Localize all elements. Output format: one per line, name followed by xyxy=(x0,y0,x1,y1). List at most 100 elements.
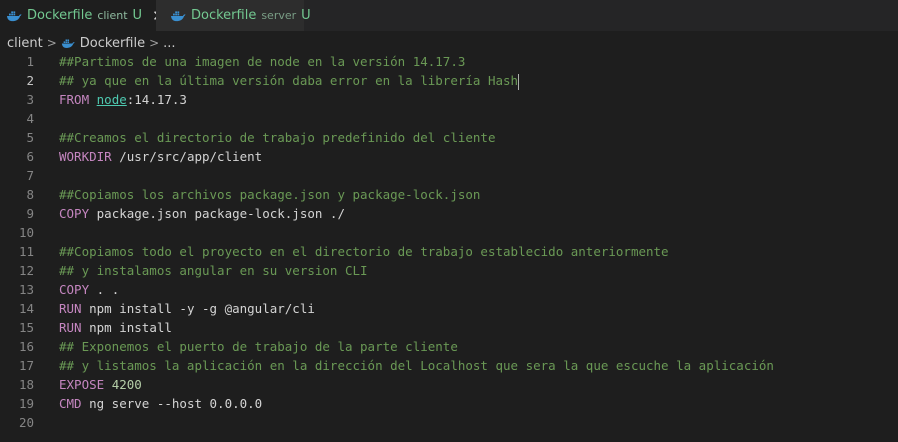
code-token: npm install xyxy=(89,320,172,335)
line-number: 14 xyxy=(18,301,34,316)
code-line[interactable]: 10 xyxy=(0,223,898,242)
line-number: 12 xyxy=(18,263,34,278)
code-token: ## Exponemos el puerto de trabajo de la … xyxy=(59,339,458,354)
code-line[interactable]: 7 xyxy=(0,166,898,185)
line-number: 6 xyxy=(26,149,34,164)
breadcrumb-file[interactable]: Dockerfile xyxy=(80,36,145,51)
code-token: node xyxy=(96,92,127,107)
code-token: WORKDIR xyxy=(59,149,120,164)
code-token: CMD xyxy=(59,396,90,411)
code-token: ##Copiamos todo el proyecto en el direct… xyxy=(59,244,669,259)
chevron-right-icon: > xyxy=(149,36,160,50)
line-number: 4 xyxy=(26,111,34,126)
line-number: 20 xyxy=(18,415,34,430)
code-token: COPY xyxy=(59,206,97,221)
line-number: 5 xyxy=(26,130,34,145)
code-line[interactable]: 11 ##Copiamos todo el proyecto en el dire… xyxy=(0,242,898,261)
line-number: 9 xyxy=(26,206,34,221)
code-token: :14.17.3 xyxy=(126,92,187,107)
code-token: EXPOSE xyxy=(59,377,112,392)
tab-git-status: U xyxy=(301,8,311,23)
line-number: 16 xyxy=(18,339,34,354)
line-number: 11 xyxy=(18,244,34,259)
line-code: ##Partimos de una imagen de node en la v… xyxy=(59,52,465,71)
code-line[interactable]: 9 COPY package.json package-lock.json ./ xyxy=(0,204,898,223)
line-code: ## y instalamos angular en su version CL… xyxy=(59,261,368,280)
line-code: CMD ng serve --host 0.0.0.0 xyxy=(59,394,262,413)
code-token: ng serve --host 0.0.0.0 xyxy=(89,396,263,411)
line-code: WORKDIR /usr/src/app/client xyxy=(59,147,262,166)
code-line[interactable]: 1 ##Partimos de una imagen de node en la … xyxy=(0,52,898,71)
line-number: 15 xyxy=(18,320,34,335)
code-line[interactable]: 8 ##Copiamos los archivos package.json y … xyxy=(0,185,898,204)
line-code: RUN npm install xyxy=(59,318,172,337)
code-token: /usr/src/app/client xyxy=(119,149,263,164)
line-number: 10 xyxy=(18,225,34,240)
code-token: ##Copiamos los archivos package.json y p… xyxy=(59,187,481,202)
line-number: 17 xyxy=(18,358,34,373)
breadcrumb-symbol[interactable]: ... xyxy=(163,36,175,51)
line-number: 1 xyxy=(26,54,34,69)
line-code: RUN npm install -y -g @angular/cli xyxy=(59,299,315,318)
line-number: 3 xyxy=(26,92,34,107)
code-token: COPY xyxy=(59,282,97,297)
breadcrumb: client > Dockerfile > ... xyxy=(0,32,898,54)
code-token: package.json package-lock.json ./ xyxy=(96,206,345,221)
line-code: ##Copiamos todo el proyecto en el direct… xyxy=(59,242,669,261)
docker-icon xyxy=(7,10,22,21)
code-line[interactable]: 16 ## Exponemos el puerto de trabajo de l… xyxy=(0,337,898,356)
line-number: 8 xyxy=(26,187,34,202)
line-code: COPY . . xyxy=(59,280,119,299)
tab-filename: Dockerfile xyxy=(191,8,257,23)
code-token: 4200 xyxy=(111,377,142,392)
docker-icon xyxy=(61,38,75,48)
code-token: ##Partimos de una imagen de node en la v… xyxy=(59,54,466,69)
docker-icon xyxy=(171,10,186,21)
tab-filename: Dockerfile xyxy=(27,8,93,23)
line-code: ##Copiamos los archivos package.json y p… xyxy=(59,185,480,204)
code-line[interactable]: 2 ## ya que en la última versión daba err… xyxy=(0,71,898,90)
code-line[interactable]: 20 xyxy=(0,413,898,432)
line-code: ## Exponemos el puerto de trabajo de la … xyxy=(59,337,458,356)
text-cursor xyxy=(518,73,520,90)
code-token: . . xyxy=(96,282,120,297)
line-code: ##Creamos el directorio de trabajo prede… xyxy=(59,128,496,147)
line-number: 18 xyxy=(18,377,34,392)
code-token: FROM xyxy=(59,92,97,107)
code-line[interactable]: 15 RUN npm install xyxy=(0,318,898,337)
line-code: ## ya que en la última versión daba erro… xyxy=(59,71,520,90)
line-code: EXPOSE 4200 xyxy=(59,375,142,394)
line-number: 2 xyxy=(26,73,34,88)
editor-window: Dockerfile client U ✕ Dockerfile server … xyxy=(0,0,898,442)
code-line[interactable]: 6 WORKDIR /usr/src/app/client xyxy=(0,147,898,166)
code-line[interactable]: 3 FROM node:14.17.3 xyxy=(0,90,898,109)
code-token: RUN xyxy=(59,301,90,316)
breadcrumb-folder[interactable]: client xyxy=(7,36,43,51)
code-token: ## ya que en la última versión daba erro… xyxy=(59,73,519,88)
code-line[interactable]: 12 ## y instalamos angular en su version … xyxy=(0,261,898,280)
code-line[interactable]: 19 CMD ng serve --host 0.0.0.0 xyxy=(0,394,898,413)
code-token: ## y instalamos angular en su version CL… xyxy=(59,263,368,278)
code-line[interactable]: 18 EXPOSE 4200 xyxy=(0,375,898,394)
tab-dockerfile-server[interactable]: Dockerfile server U xyxy=(156,0,311,31)
code-line[interactable]: 4 xyxy=(0,109,898,128)
code-line[interactable]: 17 ## y listamos la aplicación en la dire… xyxy=(0,356,898,375)
line-code: COPY package.json package-lock.json ./ xyxy=(59,204,345,223)
tab-folder: server xyxy=(261,9,297,22)
line-code: ## y listamos la aplicación en la direcc… xyxy=(59,356,774,375)
code-line[interactable]: 13 COPY . . xyxy=(0,280,898,299)
chevron-right-icon: > xyxy=(46,36,57,50)
code-token: ## y listamos la aplicación en la direcc… xyxy=(59,358,774,373)
tab-dockerfile-client[interactable]: Dockerfile client U ✕ xyxy=(0,0,165,31)
line-number: 7 xyxy=(26,168,34,183)
code-token: RUN xyxy=(59,320,90,335)
code-line[interactable]: 14 RUN npm install -y -g @angular/cli xyxy=(0,299,898,318)
code-line[interactable]: 5 ##Creamos el directorio de trabajo pred… xyxy=(0,128,898,147)
code-token: ##Creamos el directorio de trabajo prede… xyxy=(59,130,496,145)
tab-git-status: U xyxy=(132,8,143,23)
code-editor[interactable]: 1 ##Partimos de una imagen de node en la … xyxy=(0,52,898,442)
line-number: 13 xyxy=(18,282,34,297)
line-code: FROM node:14.17.3 xyxy=(59,90,187,109)
tab-folder: client xyxy=(97,9,128,22)
tab-bar: Dockerfile client U ✕ Dockerfile server … xyxy=(0,0,898,31)
